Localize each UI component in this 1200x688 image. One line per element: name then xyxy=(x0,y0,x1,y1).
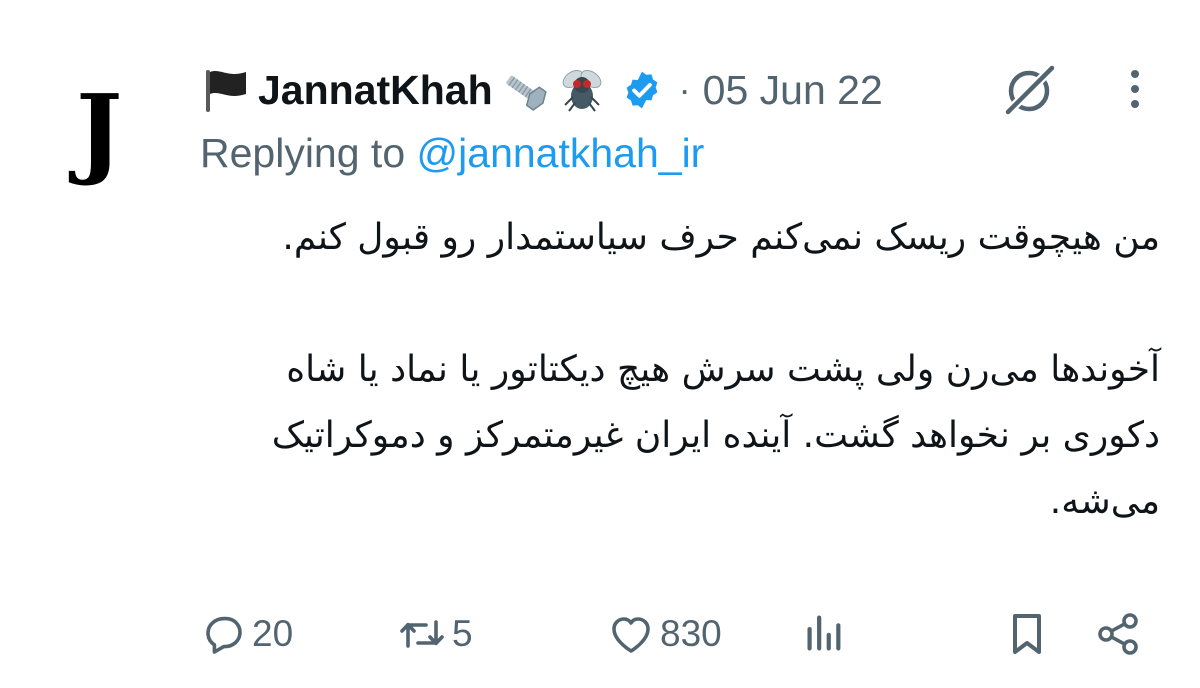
share-icon xyxy=(1094,610,1142,658)
reply-button[interactable]: 20 xyxy=(200,610,293,658)
display-name[interactable]: JannatKhah xyxy=(258,67,493,114)
reply-count: 20 xyxy=(252,613,294,654)
verified-badge-icon[interactable] xyxy=(621,69,663,111)
replying-to-label: Replying to xyxy=(200,130,406,176)
reply-handle-link[interactable]: @jannatkhah_ir xyxy=(417,130,705,176)
bookmark-button[interactable] xyxy=(1006,610,1048,658)
retweet-button[interactable]: 5 xyxy=(396,610,473,658)
separator-dot: · xyxy=(678,69,691,110)
like-button[interactable]: 830 xyxy=(606,610,722,658)
nut-and-bolt-icon xyxy=(497,63,551,117)
tweet-text: من هیچوقت ریسک نمی‌کنم حرف سیاستمدار رو … xyxy=(200,205,1160,535)
views-button[interactable] xyxy=(803,610,843,656)
tweet-paragraph: آخوندها می‌رن ولی پشت سرش هیچ دیکتاتور ی… xyxy=(271,349,1160,522)
share-button[interactable] xyxy=(1094,610,1142,658)
grok-icon[interactable] xyxy=(1000,62,1058,120)
reply-icon xyxy=(200,610,248,658)
retweet-icon xyxy=(396,610,448,658)
tweet-header: JannatKhah · 05 Jun 22 xyxy=(200,60,883,120)
heart-icon xyxy=(606,610,656,658)
retweet-count: 5 xyxy=(452,613,473,654)
tweet-date[interactable]: 05 Jun 22 xyxy=(703,67,883,114)
avatar-letter: J xyxy=(76,74,123,189)
action-bar: 20 5 830 xyxy=(0,600,1200,670)
more-vertical-icon[interactable] xyxy=(1120,68,1150,112)
replying-to: Replying to @jannatkhah_ir xyxy=(200,130,704,177)
like-count: 830 xyxy=(660,613,722,654)
fly-icon xyxy=(555,63,609,117)
black-flag-icon xyxy=(200,64,252,116)
tweet-paragraph: من هیچوقت ریسک نمی‌کنم حرف سیاستمدار رو … xyxy=(282,217,1160,258)
views-chart-icon xyxy=(803,610,843,656)
bookmark-icon xyxy=(1006,610,1048,658)
